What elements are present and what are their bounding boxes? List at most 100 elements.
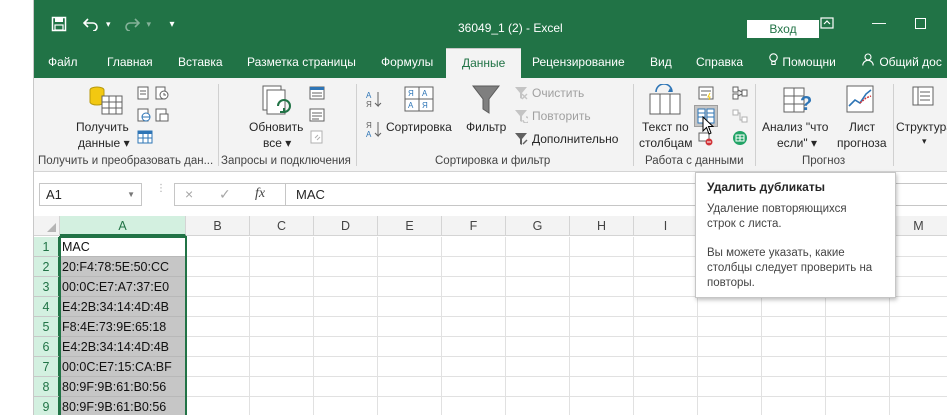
existing-connections-icon[interactable] bbox=[155, 108, 169, 125]
clear-label[interactable]: Очистить bbox=[532, 86, 584, 100]
minimize-icon[interactable]: — bbox=[872, 14, 886, 30]
properties-icon[interactable] bbox=[309, 108, 325, 125]
table-cell[interactable] bbox=[378, 337, 442, 357]
row-header[interactable]: 2 bbox=[34, 257, 60, 277]
table-cell[interactable] bbox=[442, 377, 506, 397]
select-all-button[interactable] bbox=[34, 216, 60, 236]
row-header[interactable]: 9 bbox=[34, 397, 60, 415]
table-cell[interactable] bbox=[250, 257, 314, 277]
redo-dropdown-icon[interactable]: ▾ bbox=[147, 19, 152, 30]
table-cell[interactable] bbox=[826, 297, 890, 317]
row-header[interactable]: 5 bbox=[34, 317, 60, 337]
column-header[interactable]: D bbox=[314, 216, 378, 236]
table-cell[interactable] bbox=[634, 237, 698, 257]
table-cell[interactable] bbox=[634, 257, 698, 277]
table-cell[interactable] bbox=[634, 357, 698, 377]
row-header[interactable]: 3 bbox=[34, 277, 60, 297]
table-cell[interactable] bbox=[314, 237, 378, 257]
table-cell[interactable] bbox=[506, 297, 570, 317]
tab-home[interactable]: Главная bbox=[107, 48, 153, 78]
table-cell[interactable] bbox=[378, 237, 442, 257]
table-cell[interactable] bbox=[570, 297, 634, 317]
table-cell[interactable] bbox=[314, 357, 378, 377]
advanced-filter-icon[interactable] bbox=[514, 132, 528, 149]
filter-icon[interactable] bbox=[471, 84, 501, 119]
table-cell[interactable] bbox=[890, 277, 947, 297]
maximize-icon[interactable] bbox=[915, 16, 926, 32]
table-cell[interactable] bbox=[634, 377, 698, 397]
table-cell[interactable] bbox=[250, 357, 314, 377]
row-header[interactable]: 8 bbox=[34, 377, 60, 397]
table-cell[interactable] bbox=[890, 257, 947, 277]
tab-view[interactable]: Вид bbox=[650, 48, 672, 78]
tab-review[interactable]: Рецензирование bbox=[532, 48, 625, 78]
sort-label[interactable]: Сортировка bbox=[386, 120, 452, 134]
column-header[interactable]: I bbox=[634, 216, 698, 236]
table-cell[interactable] bbox=[442, 257, 506, 277]
row-header[interactable]: 7 bbox=[34, 357, 60, 377]
name-box-dropdown-icon[interactable]: ▼ bbox=[127, 184, 135, 205]
reapply-label[interactable]: Повторить bbox=[532, 109, 591, 123]
table-cell[interactable]: 20:F4:78:5E:50:CC bbox=[60, 257, 186, 277]
table-cell[interactable] bbox=[762, 397, 826, 415]
table-cell[interactable] bbox=[186, 317, 250, 337]
table-cell[interactable] bbox=[698, 357, 762, 377]
table-cell[interactable] bbox=[250, 277, 314, 297]
tab-page-layout[interactable]: Разметка страницы bbox=[247, 48, 356, 78]
column-header[interactable]: H bbox=[570, 216, 634, 236]
redo-icon[interactable] bbox=[121, 14, 143, 34]
table-cell[interactable] bbox=[698, 397, 762, 415]
column-header[interactable]: E bbox=[378, 216, 442, 236]
tab-file[interactable]: Файл bbox=[48, 48, 78, 78]
table-cell[interactable] bbox=[570, 337, 634, 357]
column-header[interactable]: B bbox=[186, 216, 250, 236]
from-table-icon[interactable] bbox=[137, 130, 153, 147]
text-to-columns-icon[interactable] bbox=[648, 83, 682, 121]
sort-dialog-icon[interactable]: ЯAAЯ bbox=[404, 86, 434, 115]
table-cell[interactable] bbox=[570, 397, 634, 415]
table-cell[interactable] bbox=[442, 337, 506, 357]
table-cell[interactable] bbox=[186, 297, 250, 317]
sign-in-button[interactable]: Вход bbox=[747, 20, 819, 38]
get-data-label-1[interactable]: Получить bbox=[76, 120, 129, 134]
table-cell[interactable] bbox=[570, 377, 634, 397]
table-cell[interactable] bbox=[698, 377, 762, 397]
table-cell[interactable] bbox=[314, 257, 378, 277]
table-cell[interactable] bbox=[570, 357, 634, 377]
table-cell[interactable] bbox=[826, 377, 890, 397]
get-data-label-2[interactable]: данные ▾ bbox=[78, 136, 130, 150]
table-cell[interactable] bbox=[826, 337, 890, 357]
table-cell[interactable] bbox=[506, 257, 570, 277]
table-cell[interactable] bbox=[506, 357, 570, 377]
table-cell[interactable] bbox=[314, 337, 378, 357]
queries-connections-icon[interactable] bbox=[309, 86, 325, 103]
table-cell[interactable]: E4:2B:34:14:4D:4B bbox=[60, 297, 186, 317]
table-cell[interactable] bbox=[314, 377, 378, 397]
table-cell[interactable] bbox=[890, 357, 947, 377]
share-button[interactable]: Общий дос bbox=[862, 48, 942, 78]
table-cell[interactable] bbox=[698, 297, 762, 317]
formula-bar-grip-icon[interactable]: ⋮ bbox=[156, 184, 166, 194]
table-cell[interactable]: 00:0C:E7:15:CA:BF bbox=[60, 357, 186, 377]
table-cell[interactable] bbox=[442, 397, 506, 415]
table-cell[interactable] bbox=[442, 297, 506, 317]
table-cell[interactable] bbox=[890, 297, 947, 317]
table-cell[interactable] bbox=[250, 337, 314, 357]
data-model-icon[interactable] bbox=[732, 130, 748, 149]
table-cell[interactable] bbox=[378, 257, 442, 277]
name-box[interactable]: A1 ▼ bbox=[39, 183, 142, 206]
table-cell[interactable] bbox=[250, 377, 314, 397]
table-cell[interactable] bbox=[506, 337, 570, 357]
table-cell[interactable] bbox=[186, 377, 250, 397]
table-cell[interactable] bbox=[186, 237, 250, 257]
table-cell[interactable] bbox=[890, 377, 947, 397]
table-cell[interactable] bbox=[506, 397, 570, 415]
table-cell[interactable] bbox=[890, 397, 947, 415]
reapply-icon[interactable] bbox=[514, 109, 530, 126]
table-cell[interactable] bbox=[314, 397, 378, 415]
table-cell[interactable] bbox=[378, 277, 442, 297]
insert-function-icon[interactable]: fx bbox=[255, 186, 265, 202]
text-to-columns-label-1[interactable]: Текст по bbox=[642, 120, 689, 134]
table-cell[interactable] bbox=[506, 377, 570, 397]
table-cell[interactable] bbox=[250, 237, 314, 257]
